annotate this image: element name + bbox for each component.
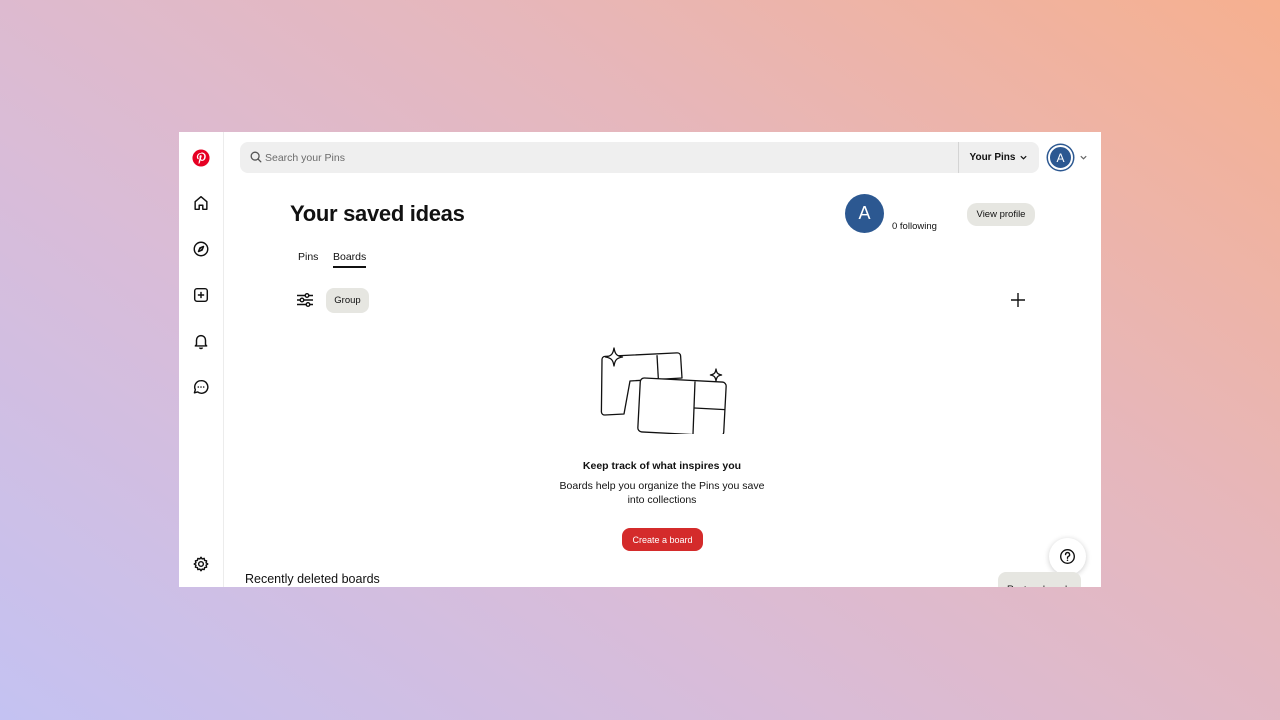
profile-avatar[interactable]: A <box>845 194 884 233</box>
empty-state-title: Keep track of what inspires you <box>582 460 742 472</box>
create-board-button[interactable]: Create a board <box>622 528 703 551</box>
account-chevron-down-icon[interactable] <box>1079 153 1088 162</box>
chevron-down-icon <box>1020 155 1028 160</box>
avatar[interactable]: A <box>1048 145 1073 170</box>
messages-icon[interactable] <box>191 377 211 397</box>
filter-icon[interactable] <box>296 292 314 308</box>
home-icon[interactable] <box>191 193 211 213</box>
settings-icon[interactable] <box>191 554 211 574</box>
add-board-plus-icon[interactable] <box>1010 292 1026 308</box>
page-title: Your saved ideas <box>290 201 465 226</box>
app-window: Your Pins A Your saved ideas A 0 followi… <box>179 132 1101 587</box>
tab-boards[interactable]: Boards <box>333 251 367 268</box>
restore-boards-button[interactable]: Restore boards <box>998 572 1081 587</box>
search-icon <box>250 151 262 163</box>
following-count[interactable]: 0 following <box>892 221 937 232</box>
notifications-icon[interactable] <box>191 331 211 351</box>
boards-illustration <box>600 347 727 434</box>
search-bar <box>240 142 958 173</box>
tab-pins[interactable]: Pins <box>298 251 318 263</box>
view-profile-button[interactable]: View profile <box>967 203 1035 226</box>
your-pins-dropdown[interactable]: Your Pins <box>958 142 1039 173</box>
explore-icon[interactable] <box>191 239 211 259</box>
search-input[interactable] <box>265 142 945 173</box>
your-pins-label: Your Pins <box>969 152 1016 163</box>
help-button[interactable] <box>1049 538 1086 575</box>
top-bar: Your Pins A <box>240 142 1090 173</box>
empty-state-description: Boards help you organize the Pins you sa… <box>559 480 765 506</box>
recently-deleted-title: Recently deleted boards <box>245 572 380 586</box>
create-icon[interactable] <box>191 285 211 305</box>
pinterest-logo-icon[interactable] <box>191 148 211 168</box>
group-button[interactable]: Group <box>326 288 369 313</box>
sidebar <box>179 132 224 587</box>
help-icon <box>1060 549 1075 564</box>
